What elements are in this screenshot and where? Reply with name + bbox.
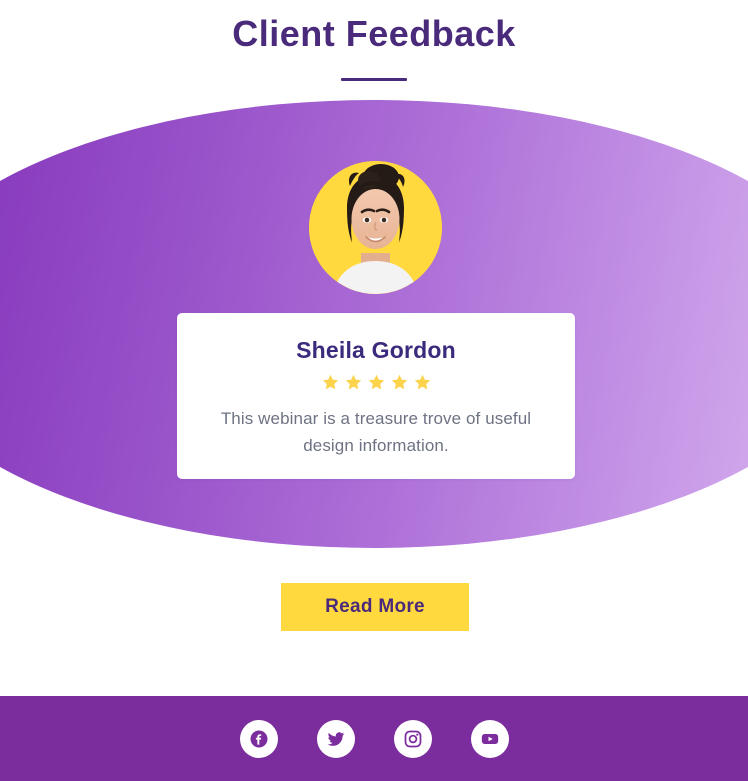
client-quote: This webinar is a treasure trove of usef… [220,409,532,455]
footer-bar [0,696,748,781]
section-header: Client Feedback [0,0,748,81]
client-photo-avatar-icon [309,161,442,294]
social-link-youtube[interactable] [470,719,509,758]
avatar [309,161,442,294]
star-icon [322,374,338,389]
twitter-icon [327,731,344,746]
star-rating [177,371,575,393]
social-link-facebook[interactable] [239,719,278,758]
facebook-icon [250,730,267,747]
social-link-instagram[interactable] [393,719,432,758]
star-icon [414,374,430,389]
instagram-icon [404,730,421,747]
youtube-icon [481,733,498,744]
star-icon [391,374,407,389]
testimonial-card: Sheila Gordon This webinar is a treasure… [177,313,575,479]
star-icon [368,374,384,389]
star-icon [345,374,361,389]
client-name: Sheila Gordon [296,337,456,363]
page-title: Client Feedback [232,13,516,54]
social-link-twitter[interactable] [316,719,355,758]
title-divider [341,78,407,81]
testimonial-section: Client Feedback Sheila Gordon This webin… [0,0,748,781]
read-more-button[interactable]: Read More [281,583,469,631]
